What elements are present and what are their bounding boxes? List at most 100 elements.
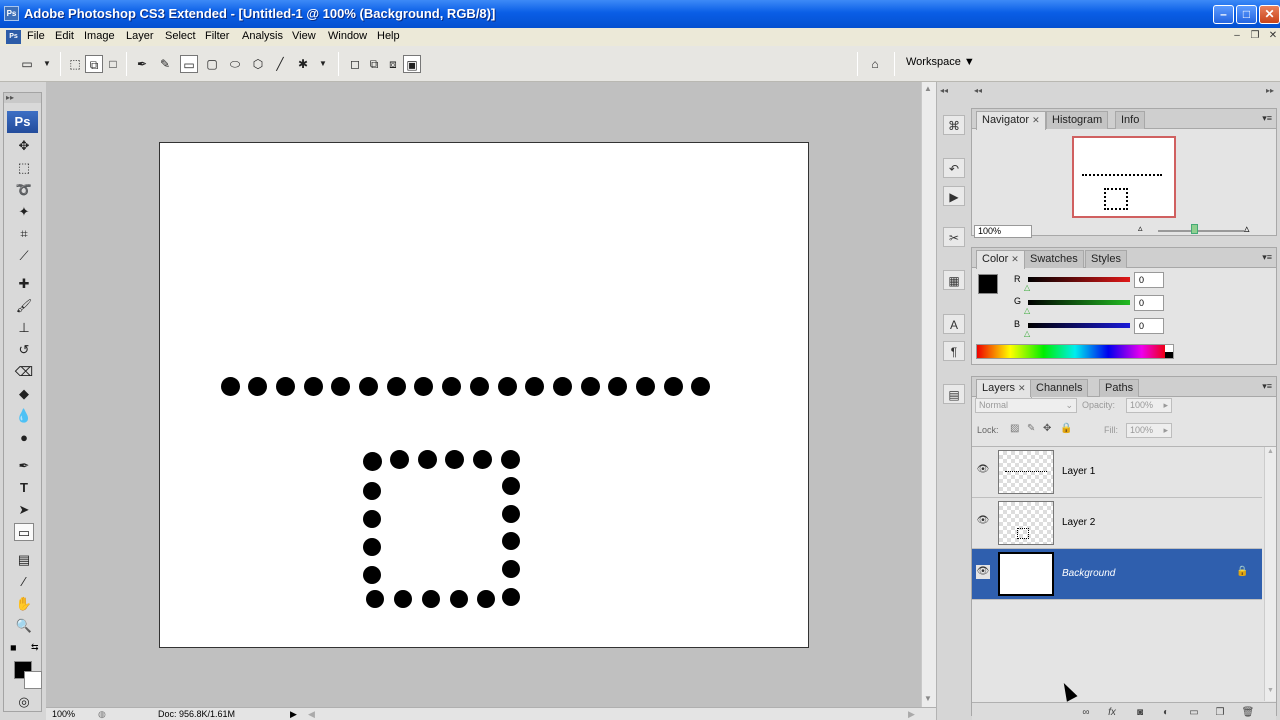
- color-spectrum-ramp[interactable]: [976, 344, 1174, 359]
- shape-tool-icon[interactable]: ▭: [14, 523, 34, 541]
- scroll-up-icon[interactable]: ▲: [924, 84, 932, 93]
- channel-r-value[interactable]: 0: [1134, 272, 1164, 288]
- navigator-zoom-field[interactable]: 100%: [974, 225, 1032, 238]
- zoom-icon[interactable]: 🔍: [14, 617, 34, 635]
- status-icon[interactable]: ◍: [98, 708, 106, 720]
- marquee-icon[interactable]: ⬚: [14, 159, 34, 177]
- lasso-icon[interactable]: ➰: [14, 181, 34, 199]
- menu-analysis[interactable]: Analysis: [240, 29, 285, 43]
- workspace-button[interactable]: Workspace ▼: [906, 54, 975, 70]
- scroll-right-icon[interactable]: ▶: [908, 708, 915, 720]
- scroll-down-icon[interactable]: ▼: [1267, 687, 1274, 694]
- magic-wand-icon[interactable]: ✦: [14, 203, 34, 221]
- layer-row-background[interactable]: 👁 Background 🔒: [972, 549, 1262, 600]
- channel-b-slider[interactable]: [1028, 323, 1130, 328]
- scroll-down-icon[interactable]: ▼: [924, 694, 932, 703]
- menu-layer[interactable]: Layer: [124, 29, 156, 43]
- tab-color[interactable]: Color ✕: [976, 250, 1025, 269]
- tool-presets-dock-icon[interactable]: ✂: [943, 227, 965, 247]
- fill-arrow-icon[interactable]: ▸: [1163, 424, 1168, 437]
- layers-scrollbar[interactable]: ▲ ▼: [1264, 447, 1276, 701]
- tab-layers[interactable]: Layers ✕: [976, 379, 1032, 398]
- move-icon[interactable]: ✥: [14, 137, 34, 155]
- menu-file[interactable]: File: [25, 29, 47, 43]
- paint-bucket-icon[interactable]: ◆: [14, 385, 34, 403]
- visibility-eye-icon[interactable]: 👁: [976, 565, 990, 579]
- freeform-pen-icon[interactable]: ✎: [156, 55, 174, 73]
- tab-swatches[interactable]: Swatches: [1024, 250, 1084, 268]
- history-brush-icon[interactable]: ↺: [14, 341, 34, 359]
- tab-close-icon[interactable]: ✕: [1018, 383, 1026, 393]
- status-menu-arrow-icon[interactable]: ▶: [290, 708, 297, 720]
- spectrum-black-chip[interactable]: [1165, 352, 1173, 358]
- slice-icon[interactable]: ⟋: [14, 247, 34, 265]
- hand-icon[interactable]: ✋: [14, 595, 34, 613]
- new-group-icon[interactable]: ▭: [1186, 705, 1202, 720]
- line-icon[interactable]: ╱: [271, 55, 289, 73]
- menu-window[interactable]: Window: [326, 29, 369, 43]
- add-area-icon[interactable]: ⧉: [365, 55, 383, 73]
- layer-mask-icon[interactable]: ◙: [1132, 705, 1148, 720]
- ellipse-icon[interactable]: ⬭: [226, 55, 244, 73]
- lock-position-icon[interactable]: ✥: [1043, 423, 1051, 434]
- panels-collapse-icon[interactable]: ◂◂: [974, 86, 982, 95]
- navigator-dock-icon[interactable]: ⌘: [943, 115, 965, 135]
- channel-b-value[interactable]: 0: [1134, 318, 1164, 334]
- dropdown-icon[interactable]: ▼: [314, 55, 332, 73]
- new-layer-icon[interactable]: ❐: [1212, 705, 1228, 720]
- layer-row-layer-2[interactable]: 👁 Layer 2: [972, 498, 1262, 549]
- tab-styles[interactable]: Styles: [1085, 250, 1127, 268]
- polygon-icon[interactable]: ⬡: [249, 55, 267, 73]
- layer-style-icon[interactable]: fx: [1104, 705, 1120, 720]
- healing-brush-icon[interactable]: ✚: [14, 275, 34, 293]
- adjustment-layer-icon[interactable]: ◐: [1158, 705, 1174, 720]
- status-zoom[interactable]: 100%: [52, 708, 75, 720]
- pen-icon[interactable]: ✒: [133, 55, 151, 73]
- quick-mask-icon[interactable]: ◎: [14, 693, 34, 711]
- minimize-button[interactable]: –: [1213, 5, 1234, 24]
- doc-close-icon[interactable]: ✕: [1266, 30, 1280, 43]
- tab-close-icon[interactable]: ✕: [1011, 254, 1019, 264]
- tab-channels[interactable]: Channels: [1030, 379, 1089, 397]
- paragraph-dock-icon[interactable]: ¶: [943, 341, 965, 361]
- zoom-in-icon[interactable]: ▵: [1244, 222, 1250, 235]
- panel-menu-icon[interactable]: ▾≡: [1262, 381, 1272, 392]
- brush-icon[interactable]: 🖌: [14, 297, 34, 315]
- close-button[interactable]: ✕: [1259, 5, 1280, 24]
- visibility-eye-icon[interactable]: 👁: [976, 463, 990, 477]
- pen-tool-icon[interactable]: ✒: [14, 457, 34, 475]
- fill-pixels-icon[interactable]: □: [104, 55, 122, 73]
- shape-layers-icon[interactable]: ⬚: [66, 55, 84, 73]
- dodge-icon[interactable]: ●: [14, 429, 34, 447]
- zoom-slider-thumb[interactable]: [1191, 224, 1198, 234]
- panels-expand-icon[interactable]: ▸▸: [1266, 86, 1274, 95]
- channel-r-slider[interactable]: [1028, 277, 1130, 282]
- photoshop-logo[interactable]: Ps: [7, 111, 38, 133]
- custom-shape-icon[interactable]: ✱: [294, 55, 312, 73]
- channel-r-thumb-icon[interactable]: △: [1024, 283, 1030, 292]
- doc-minimize-icon[interactable]: –: [1230, 30, 1244, 43]
- blur-icon[interactable]: 💧: [14, 407, 34, 425]
- brushes-dock-icon[interactable]: ▦: [943, 270, 965, 290]
- tab-info[interactable]: Info: [1115, 111, 1146, 129]
- paths-icon[interactable]: ⧉: [85, 55, 103, 73]
- lock-pixels-icon[interactable]: ✎: [1027, 423, 1035, 434]
- menu-filter[interactable]: Filter: [203, 29, 231, 43]
- layer-comps-dock-icon[interactable]: ▤: [943, 384, 965, 404]
- tools-grip[interactable]: ▸▸: [4, 93, 41, 103]
- clone-stamp-icon[interactable]: ⊥: [14, 319, 34, 337]
- eyedropper-icon[interactable]: ⁄: [14, 573, 34, 591]
- panel-menu-icon[interactable]: ▾≡: [1262, 113, 1272, 124]
- character-dock-icon[interactable]: A: [943, 314, 965, 334]
- rectangle-icon[interactable]: ▭: [180, 55, 198, 73]
- eraser-icon[interactable]: ⌫: [14, 363, 34, 381]
- vertical-scrollbar[interactable]: ▲ ▼: [921, 82, 936, 707]
- menu-select[interactable]: Select: [163, 29, 198, 43]
- zoom-out-icon[interactable]: ▵: [1138, 223, 1143, 234]
- channel-b-thumb-icon[interactable]: △: [1024, 329, 1030, 338]
- menu-image[interactable]: Image: [82, 29, 117, 43]
- menu-help[interactable]: Help: [375, 29, 402, 43]
- tab-histogram[interactable]: Histogram: [1046, 111, 1109, 129]
- visibility-eye-icon[interactable]: 👁: [976, 514, 990, 528]
- opacity-field[interactable]: 100% ▸: [1126, 398, 1172, 413]
